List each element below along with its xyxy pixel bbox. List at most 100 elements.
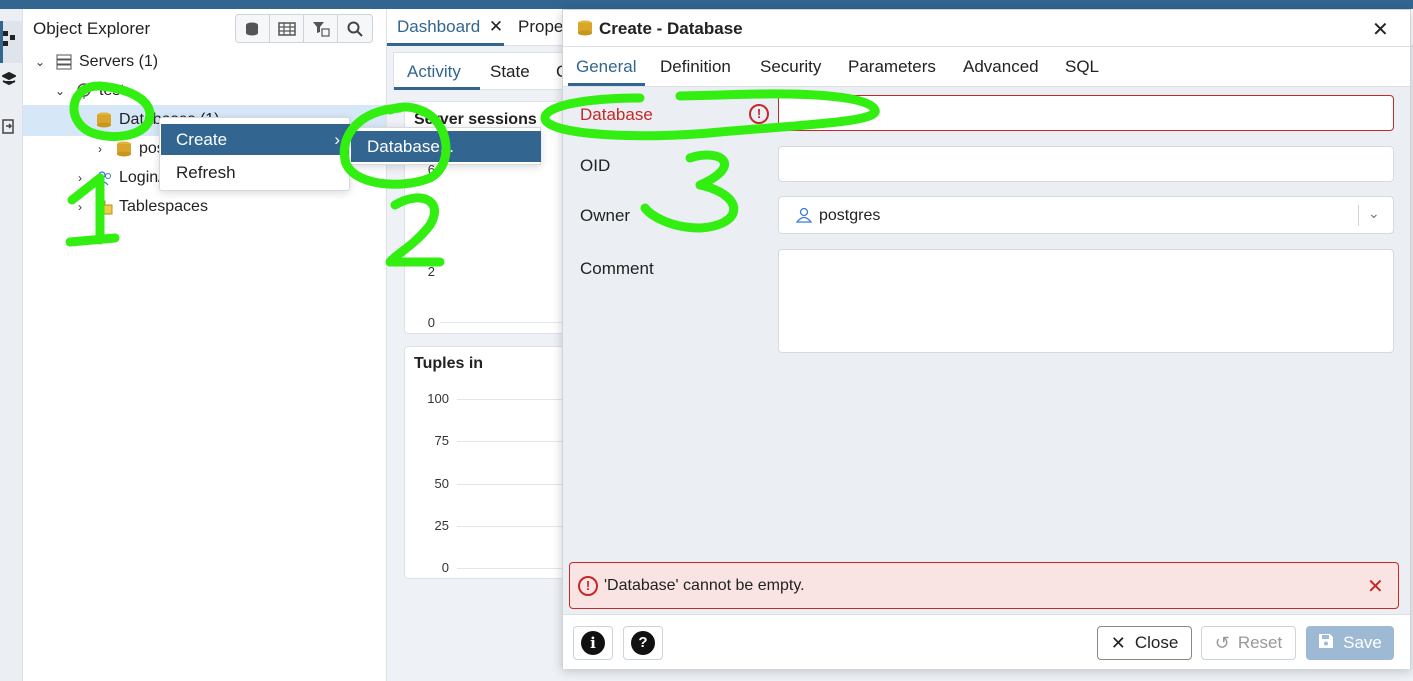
tree-item-server-test[interactable]: ⌄ test [53,77,125,105]
explorer-title: Object Explorer [33,19,151,38]
close-tab-icon[interactable]: ✕ [489,17,503,36]
grid-line [457,568,569,569]
chevron-down-icon[interactable]: ⌄ [1368,205,1380,222]
tab-definition[interactable]: Definition [660,57,731,77]
error-icon: ! [749,104,769,124]
dialog-tabs: General Definition Security Parameters A… [563,47,1410,87]
logout-icon[interactable] [0,117,18,139]
tree-item-servers[interactable]: ⌄ Servers (1) [33,48,158,76]
help-button[interactable]: ? [623,626,663,660]
elephant-icon [75,83,93,99]
database-icon [115,141,133,157]
tick-label: 50 [434,476,449,491]
help-icon: ? [631,631,655,655]
create-submenu: Database... [349,127,541,165]
tick-label: 100 [427,391,449,406]
tablespaces-icon [95,199,113,215]
tree-item-tablespaces[interactable]: › Tablespaces [73,193,208,221]
tab-parameters[interactable]: Parameters [848,57,936,77]
menu-item-refresh[interactable]: Refresh [161,158,350,188]
view-data-icon[interactable] [270,15,304,42]
tab-sql[interactable]: SQL [1065,57,1099,77]
tuples-in-card: Tuples in 100 75 50 25 0 [404,346,574,579]
oid-label: OID [580,156,611,175]
owner-value: postgres [819,207,881,224]
dashboard-subtabs: Activity State Configuration [393,52,583,90]
reset-button[interactable]: ↺ Reset [1201,626,1296,660]
tree-label: Servers (1) [79,53,159,70]
tick-label: 25 [434,518,449,533]
grid-line [440,322,570,323]
grid-line [457,441,569,442]
save-button[interactable]: Save [1306,626,1394,660]
save-icon [1318,633,1334,654]
card-title: Tuples in [414,355,484,372]
tree-label: Tablespaces [119,198,208,215]
chevron-right-icon[interactable]: › [73,171,87,185]
subtab-activity[interactable]: Activity [407,62,461,82]
menu-item-create[interactable]: Create › [161,124,350,155]
error-message-bar: ! 'Database' cannot be empty. ✕ [569,562,1399,609]
query-tool-icon[interactable] [236,15,270,42]
tab-general[interactable]: General [576,57,636,77]
tick-label: 0 [441,560,449,575]
tick-label: 75 [434,433,449,448]
workspace-icon[interactable] [0,71,18,93]
filtered-rows-icon[interactable] [304,15,338,42]
close-icon: ✕ [1110,632,1126,653]
database-name-input[interactable] [778,95,1394,131]
dialog-footer: i ? ✕ Close ↺ Reset Save [563,614,1410,669]
info-button[interactable]: i [573,626,613,660]
tab-security[interactable]: Security [760,57,821,77]
active-tab-indicator [387,43,504,46]
chevron-right-icon: › [334,130,340,149]
chevron-down-icon[interactable]: ⌄ [33,55,47,69]
grid-line [457,484,569,485]
chevron-down-icon[interactable]: ⌄ [73,113,87,127]
oid-input[interactable] [778,146,1394,182]
explorer-toolbar [235,14,373,43]
tree-label: test [99,82,125,99]
app-top-bar [0,0,1413,9]
reset-icon: ↺ [1214,632,1230,653]
active-tab-indicator [568,83,645,86]
users-icon [95,170,113,186]
close-button[interactable]: ✕ Close [1097,626,1192,660]
grid-line [457,526,569,527]
owner-label: Owner [580,206,631,225]
tick-label: 0 [427,315,435,330]
database-label: Database [580,105,653,124]
chevron-right-icon[interactable]: › [93,142,107,156]
object-explorer-panel: Object Explorer ⌄ Servers (1) ⌄ test ⌄ D… [23,9,387,681]
dialog-header: Create - Database ✕ [563,10,1410,47]
database-icon [95,112,113,128]
info-icon: i [581,631,605,655]
chevron-down-icon[interactable]: ⌄ [53,84,67,98]
error-icon: ! [578,576,598,596]
select-separator [1358,205,1359,226]
tick-label: 2 [427,264,435,279]
grid-line [457,399,569,400]
create-database-dialog: Create - Database ✕ General Definition S… [562,9,1411,669]
tab-advanced[interactable]: Advanced [963,57,1039,77]
comment-textarea[interactable] [778,249,1394,353]
subtab-indicator [394,87,480,90]
chevron-right-icon[interactable]: › [73,200,87,214]
database-icon [576,20,594,41]
dismiss-error-icon[interactable]: ✕ [1367,574,1384,599]
search-icon[interactable] [338,15,372,42]
dialog-title: Create - Database [599,19,743,38]
object-explorer-icon[interactable] [0,29,18,51]
user-icon [795,207,813,228]
tick-label: 4 [427,214,435,229]
comment-label: Comment [580,259,654,278]
tab-dashboard[interactable]: Dashboard ✕ [397,17,503,37]
servers-icon [55,54,73,70]
left-rail [0,9,23,681]
context-menu: Create › Refresh [159,117,350,191]
close-icon[interactable]: ✕ [1372,17,1389,42]
error-text: 'Database' cannot be empty. [604,577,805,594]
menu-item-database[interactable]: Database... [351,131,541,162]
subtab-state[interactable]: State [490,62,530,82]
owner-select[interactable]: postgres ⌄ [778,196,1394,234]
